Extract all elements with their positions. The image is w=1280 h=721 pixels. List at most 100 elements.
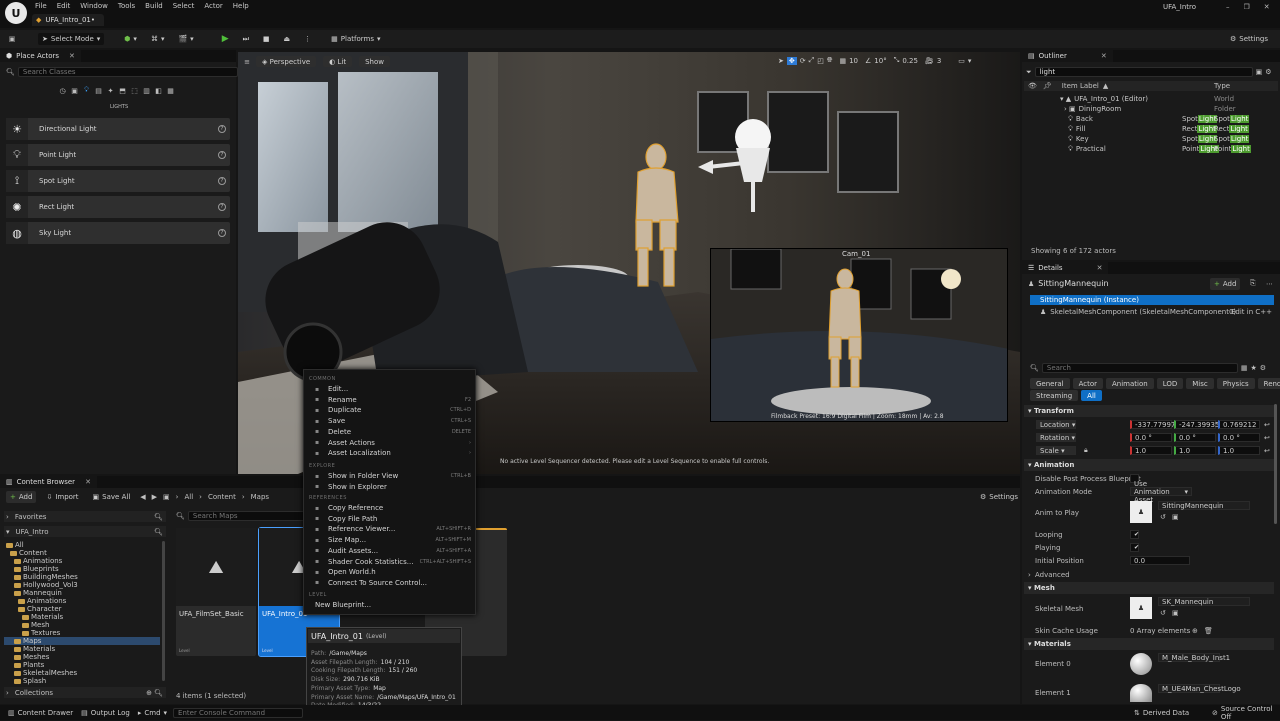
camera-speed-icon[interactable]: 🎥︎ [925, 57, 934, 65]
details-settings-icon[interactable]: ⚙ [1260, 364, 1266, 372]
forward-icon[interactable]: ▶ [152, 493, 157, 501]
scale-tool-icon[interactable]: ⤢ [809, 56, 815, 65]
favorite-icon[interactable]: ★ [1251, 364, 1257, 372]
breadcrumb-maps[interactable]: Maps [251, 493, 269, 501]
play-button[interactable]: ▶ [218, 33, 233, 45]
camera-speed-value[interactable]: 3 [937, 57, 941, 65]
source-control-button[interactable]: ⊘ Source Control Off [1208, 705, 1280, 721]
type-header[interactable]: Type [1214, 82, 1230, 90]
folder-tree-item[interactable]: SkeletalMeshes [14, 669, 160, 677]
component-row[interactable]: ♟ SkeletalMeshComponent (SkeletalMeshCom… [1030, 307, 1274, 317]
scale-snap-icon[interactable]: ⤡ [894, 56, 900, 65]
outliner-tab[interactable]: ▤ Outliner ✕ [1022, 50, 1113, 62]
menu-item[interactable]: Help [228, 2, 254, 10]
back-icon[interactable]: ◀ [140, 493, 145, 501]
rotate-tool-icon[interactable]: ⟳ [800, 57, 806, 65]
browse-icon[interactable]: ↺ [1160, 513, 1166, 521]
folder-tree-item[interactable]: Mannequin [14, 589, 160, 597]
save-icon[interactable]: ▣ [6, 35, 18, 43]
folder-tree-item[interactable]: Plants [14, 661, 160, 669]
context-menu-item[interactable]: Rename F2 ▪ [303, 395, 475, 405]
translate-tool-icon[interactable]: ✥ [786, 56, 797, 65]
place-actor-item[interactable]: ◍ Sky Light? [6, 222, 230, 244]
instance-row[interactable]: SittingMannequin (Instance) [1030, 295, 1274, 305]
context-menu-item[interactable]: Copy File Path ▪ [303, 514, 475, 524]
element0-dropdown[interactable]: M_Male_Body_Inst1 [1158, 653, 1230, 662]
outliner-search-input[interactable] [1034, 67, 1253, 77]
context-menu-item[interactable]: Asset Actions › ▪ [303, 438, 475, 448]
filter-tab[interactable]: Animation [1106, 378, 1154, 389]
filter-tab[interactable]: Streaming [1030, 390, 1079, 401]
reset-icon[interactable]: ↩ [1264, 434, 1270, 442]
content-browser-tab[interactable]: ▥ Content Browser ✕ [0, 476, 97, 488]
initial-pos-field[interactable]: 0.0 [1130, 556, 1190, 565]
folder-icon[interactable]: ▣ [163, 493, 170, 501]
context-menu-item[interactable]: Save CTRL+S ▪ [303, 416, 475, 426]
tree-scrollbar[interactable] [162, 541, 165, 681]
folder-tree-item[interactable]: All [6, 541, 160, 549]
favorites-row[interactable]: › Favorites 🔍︎ [4, 511, 166, 522]
geometry-icon[interactable]: ⬒ [118, 86, 127, 95]
scale-x[interactable]: 1.0 [1130, 446, 1172, 455]
angle-snap-icon[interactable]: ∠ [865, 57, 871, 65]
play-options-button[interactable]: ⋮ [300, 33, 315, 45]
folder-icon[interactable]: ▣ [1172, 609, 1179, 617]
context-menu-item[interactable]: Size Map... ALT+SHIFT+M ▪ [303, 535, 475, 545]
context-menu-item[interactable]: Asset Localization › ▪ [303, 448, 475, 458]
folder-tree-item[interactable]: Animations [18, 597, 160, 605]
minimize-icon[interactable]: – [1226, 3, 1230, 11]
playing-checkbox[interactable]: ✔ [1130, 543, 1139, 552]
context-menu-item[interactable]: Delete DELETE ▪ [303, 427, 475, 437]
anim-mode-dropdown[interactable]: Use Animation Asset ▾ [1130, 480, 1192, 504]
shapes-icon[interactable]: ◧ [154, 86, 163, 95]
angle-value[interactable]: 10° [874, 57, 886, 65]
scale-y[interactable]: 1.0 [1174, 446, 1216, 455]
animation-section[interactable]: ▾ Animation [1024, 459, 1274, 471]
asset-search-input[interactable] [187, 511, 308, 521]
edit-cpp-link[interactable]: Edit in C++ [1231, 308, 1272, 316]
help-icon[interactable]: ? [218, 151, 226, 159]
basic-icon[interactable]: ▣ [70, 86, 79, 95]
blueprints-button[interactable]: ⌘ ▾ [147, 33, 169, 45]
cb-settings-button[interactable]: ⚙ Settings [976, 491, 1022, 503]
filter-tab[interactable]: All [1081, 390, 1102, 401]
looping-checkbox[interactable]: ✔ [1130, 530, 1139, 539]
close-icon[interactable]: ✕ [1101, 52, 1107, 60]
more-icon[interactable]: ⋯ [1266, 280, 1273, 288]
outliner-row[interactable]: 💡︎ Key SpotLight SpotLight [1024, 134, 1280, 144]
show-button[interactable]: Show [359, 56, 390, 67]
context-menu-item[interactable]: Audit Assets... ALT+SHIFT+A ▪ [303, 546, 475, 556]
search-icon[interactable]: 🔍︎ [154, 513, 163, 521]
hamburger-icon[interactable]: ≡ [242, 57, 252, 67]
folder-tree-item[interactable]: Mesh [22, 621, 160, 629]
reset-icon[interactable]: ↩ [1264, 447, 1270, 455]
help-icon[interactable]: ? [218, 177, 226, 185]
cmd-button[interactable]: ▸ Cmd ▾ [134, 707, 171, 719]
table-view-icon[interactable]: ▦ [1241, 364, 1248, 372]
rotation-dropdown[interactable]: Rotation ▾ [1036, 433, 1076, 442]
details-tab[interactable]: ☰ Details ✕ [1022, 262, 1109, 274]
mesh-section[interactable]: ▾ Mesh [1024, 582, 1274, 594]
outliner-row[interactable]: › ▣ DiningRoom Folder [1024, 104, 1280, 114]
folder-icon[interactable]: ▣ [1172, 513, 1179, 521]
help-icon[interactable]: ? [218, 125, 226, 133]
cinematics-button[interactable]: 🎬 ▾ [174, 33, 197, 45]
content-drawer-button[interactable]: ▥ Content Drawer [4, 707, 77, 719]
cb-add-button[interactable]: + Add [6, 491, 37, 503]
outliner-row[interactable]: 💡︎ Fill RectLight RectLight [1024, 124, 1280, 134]
folder-tree-item[interactable]: Hollywood_Vol3 [14, 581, 160, 589]
breadcrumb-content[interactable]: Content [208, 493, 236, 501]
viewport-options-chevron-icon[interactable]: ▾ [968, 57, 972, 65]
lock-icon[interactable]: 🔒︎ [1084, 446, 1088, 455]
details-scrollbar[interactable] [1274, 404, 1277, 524]
cm-new-blueprint[interactable]: New Blueprint... [303, 600, 475, 610]
element1-dropdown[interactable]: M_UE4Man_ChestLogo [1158, 684, 1241, 693]
rotation-z[interactable]: 0.0 ° [1218, 433, 1260, 442]
all-classes-icon[interactable]: ▦ [166, 86, 175, 95]
outliner-row[interactable]: 💡︎ Practical PointLight PointLight [1024, 144, 1280, 154]
item-label-header[interactable]: Item Label [1062, 82, 1099, 90]
menu-item[interactable]: Window [75, 2, 113, 10]
level-tab[interactable]: ◆ UFA_Intro_01• [32, 14, 104, 26]
context-menu-item[interactable]: Duplicate CTRL+D ▪ [303, 405, 475, 415]
context-menu-item[interactable]: Edit... ▪ [303, 384, 475, 394]
